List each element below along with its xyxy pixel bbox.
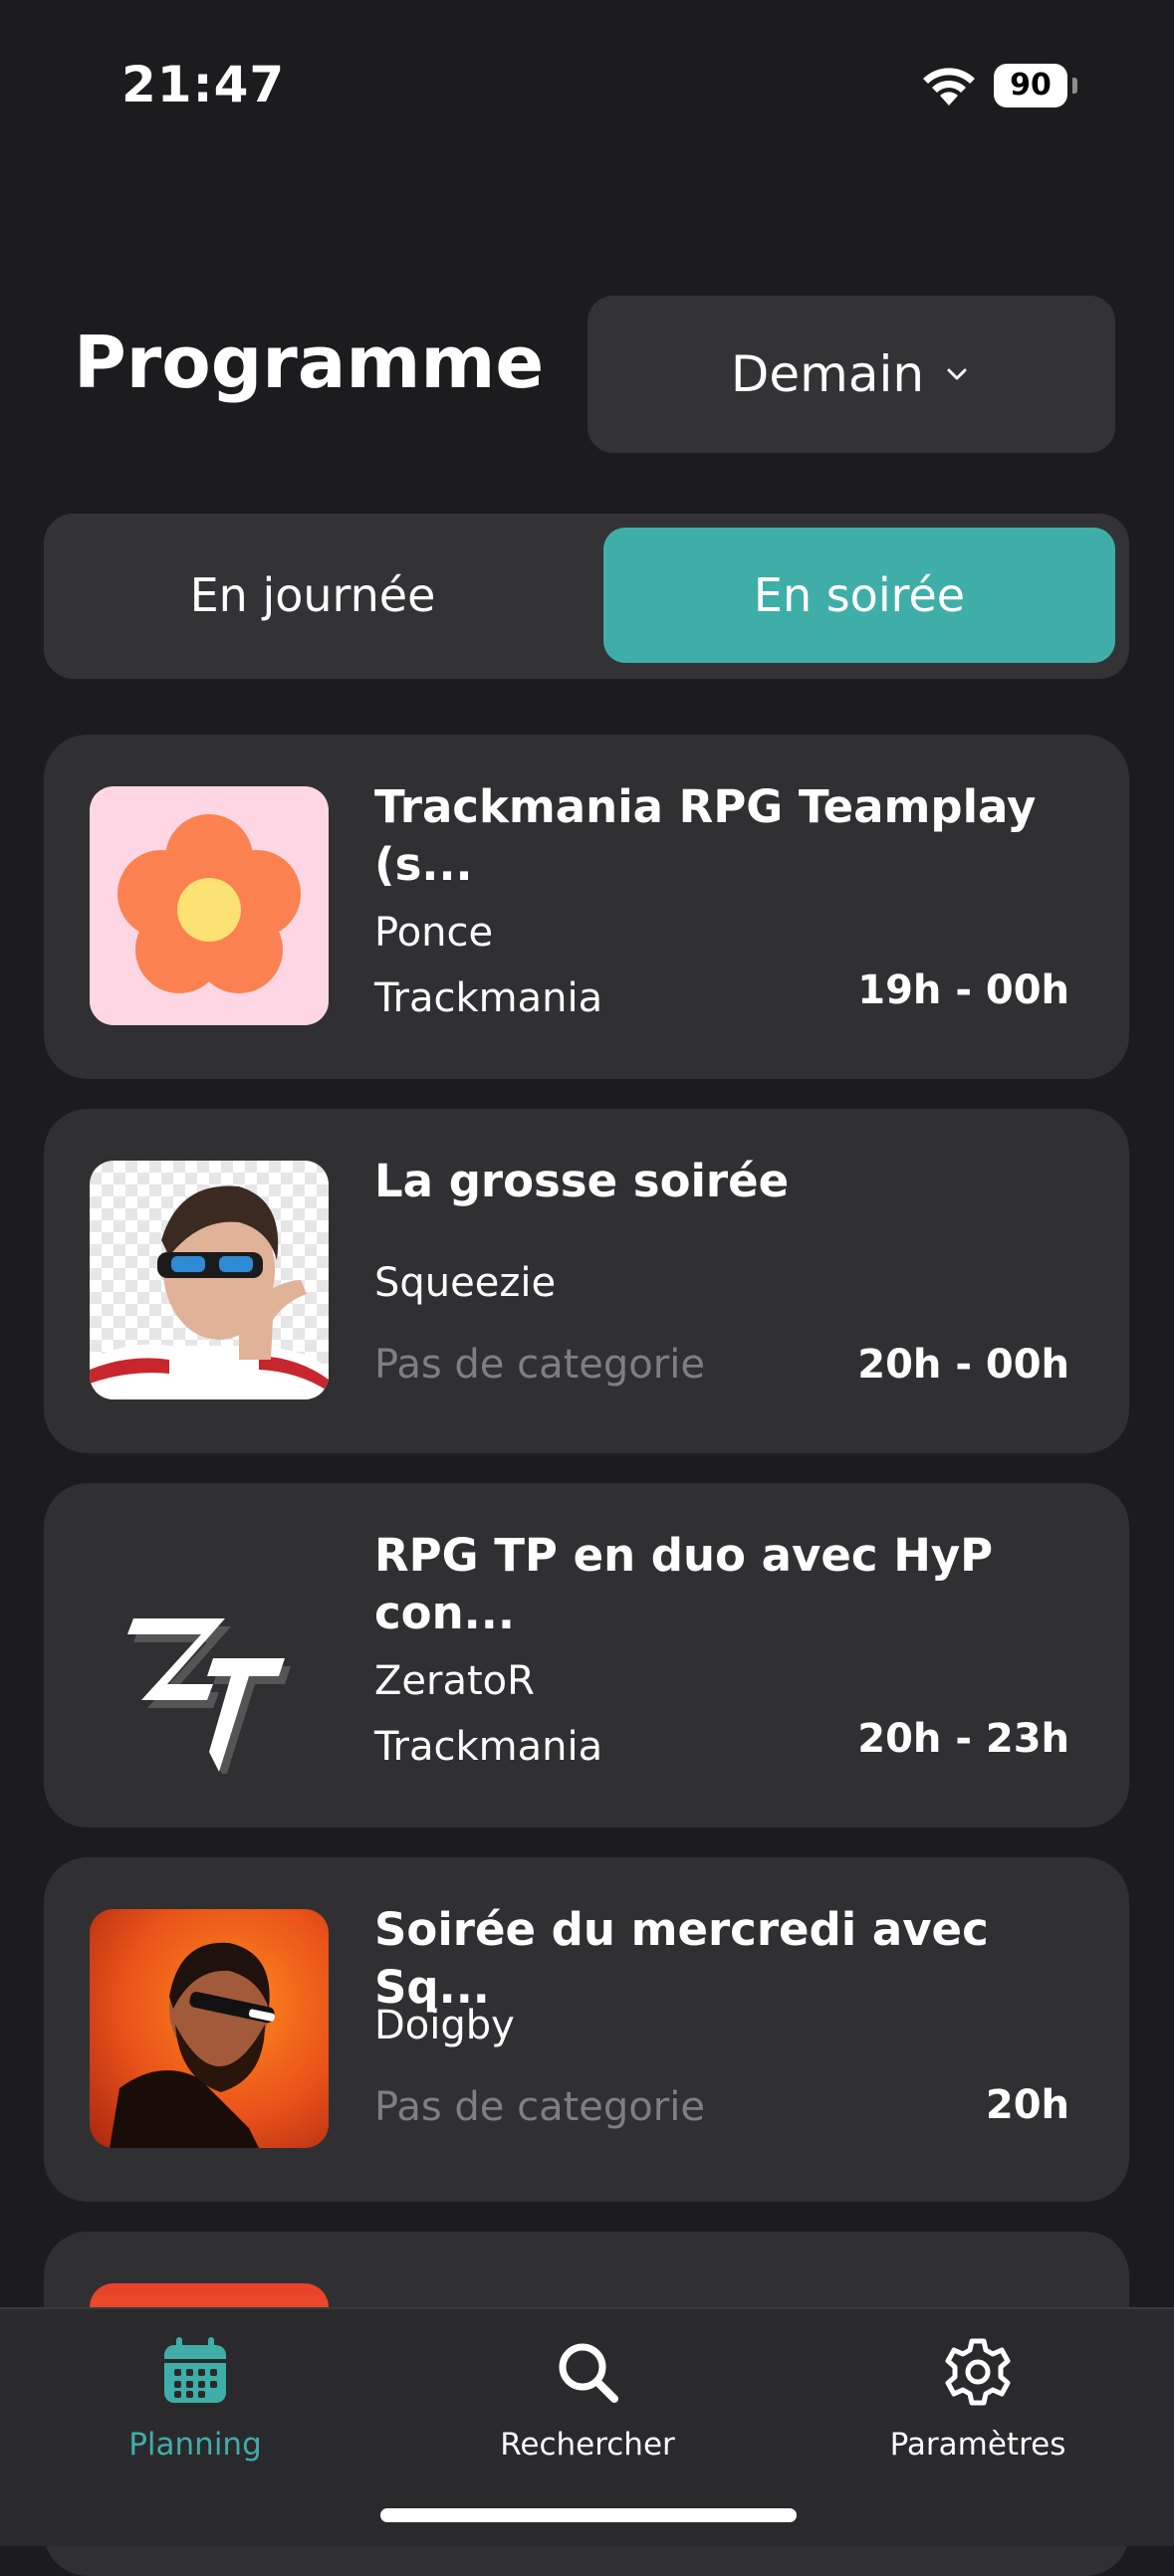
program-card[interactable]: Soirée du mercredi avec Sq... Doigby Pas…	[44, 1857, 1129, 2202]
person-photo	[110, 1942, 275, 2148]
status-time: 21:47	[121, 56, 286, 113]
segment-night[interactable]: En soirée	[603, 528, 1115, 663]
program-card[interactable]: Trackmania RPG Teamplay (s... Ponce Trac…	[44, 735, 1129, 1079]
program-title: Soirée du mercredi avec Sq...	[374, 1903, 989, 2014]
wifi-icon	[923, 68, 975, 106]
tab-settings[interactable]: Paramètres	[828, 2335, 1127, 2494]
person-photo	[90, 1185, 329, 1399]
search-icon	[559, 2343, 618, 2403]
flower-image	[117, 814, 301, 993]
day-selector[interactable]: Demain	[587, 296, 1115, 453]
program-card[interactable]: RPG TP en duo avec HyP con... ZeratoR Tr…	[44, 1483, 1129, 1827]
program-category: Pas de categorie	[374, 1342, 705, 1388]
program-title: La grosse soirée	[374, 1155, 790, 1207]
program-time: 20h	[985, 2082, 1069, 2128]
program-category: Pas de categorie	[374, 2084, 705, 2130]
home-indicator	[380, 2508, 797, 2522]
program-title: RPG TP en duo avec HyP con...	[374, 1529, 994, 1639]
status-bar: 21:47 90	[0, 0, 1174, 159]
battery-level: 90	[1010, 68, 1052, 103]
period-segmented-control: En journée En soirée	[44, 514, 1129, 679]
program-thumbnail	[90, 786, 329, 1025]
program-title: Trackmania RPG Teamplay (s...	[374, 780, 1037, 891]
program-time: 19h - 00h	[857, 967, 1069, 1013]
program-category: Trackmania	[374, 1724, 603, 1770]
zeratorr-logo-image	[127, 1618, 291, 1774]
tab-planning[interactable]: Planning	[46, 2335, 345, 2494]
tab-search[interactable]: Rechercher	[438, 2335, 737, 2494]
program-thumbnail	[90, 1161, 329, 1399]
chevron-down-icon	[947, 368, 967, 380]
program-streamer: Ponce	[374, 910, 494, 956]
program-thumbnail	[90, 1535, 329, 1774]
tab-settings-label: Paramètres	[889, 2427, 1066, 2463]
program-time: 20h - 00h	[857, 1342, 1069, 1388]
calendar-icon	[164, 2337, 226, 2403]
tab-search-label: Rechercher	[500, 2427, 675, 2463]
program-time: 20h - 23h	[857, 1716, 1069, 1762]
program-streamer: Doigby	[374, 2003, 515, 2048]
program-card[interactable]: La grosse soirée Squeezie Pas de categor…	[44, 1109, 1129, 1453]
gear-icon	[945, 2338, 1011, 2406]
tab-planning-label: Planning	[128, 2427, 262, 2463]
program-streamer: ZeratoR	[374, 1658, 535, 1704]
program-streamer: Squeezie	[374, 1260, 557, 1306]
battery-indicator: 90	[994, 64, 1077, 109]
day-selector-label: Demain	[730, 345, 925, 403]
segment-day[interactable]: En journée	[58, 528, 568, 663]
program-thumbnail	[90, 1909, 329, 2148]
program-category: Trackmania	[374, 975, 603, 1021]
page-title: Programme	[74, 321, 545, 404]
